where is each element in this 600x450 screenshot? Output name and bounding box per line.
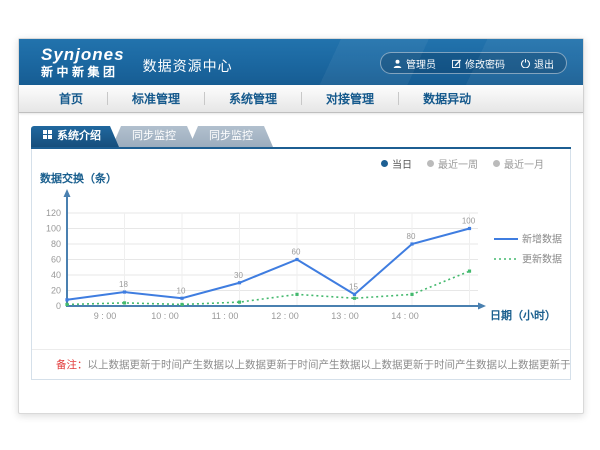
- y-tick-label: 120: [46, 208, 61, 218]
- logout-label: 退出: [534, 56, 554, 71]
- user-menu: 管理员 修改密码 退出: [380, 52, 567, 74]
- data-label: 15: [349, 282, 358, 291]
- user-icon: [393, 59, 402, 68]
- y-tick-label: 60: [51, 255, 61, 265]
- radio-dot-icon: [427, 160, 434, 167]
- data-label: 30: [234, 271, 243, 280]
- edit-icon: [452, 59, 461, 68]
- x-tick-label: 13 : 00: [331, 311, 359, 321]
- x-tick-label: 9 : 00: [94, 311, 117, 321]
- radio-dot-icon: [493, 160, 500, 167]
- nav-item-1[interactable]: 标准管理: [108, 90, 204, 107]
- data-label: 18: [119, 280, 128, 289]
- x-tick-label: 14 : 00: [391, 311, 419, 321]
- nav-item-4[interactable]: 数据异动: [399, 90, 495, 107]
- data-point: [353, 293, 356, 296]
- y-tick-label: 80: [51, 239, 61, 249]
- range-option-label: 最近一月: [504, 156, 544, 171]
- y-tick-label: 20: [51, 286, 61, 296]
- main-nav: 首页标准管理系统管理对接管理数据异动: [19, 85, 583, 113]
- data-point: [410, 293, 413, 296]
- data-label: 80: [407, 232, 416, 241]
- legend-label-0[interactable]: 新增数据: [522, 233, 562, 246]
- data-point: [65, 298, 68, 301]
- y-tick-label: 40: [51, 270, 61, 280]
- page-title: 数据资源中心: [143, 56, 233, 76]
- change-password-button[interactable]: 修改密码: [452, 56, 505, 71]
- app-window: Synjones 新中新集团 数据资源中心 管理员 修改密码: [18, 38, 584, 414]
- note: 备注：以上数据更新于时间产生数据以上数据更新于时间产生数据以上数据更新于时间产生…: [32, 349, 570, 378]
- data-point: [468, 227, 471, 230]
- note-text: 以上数据更新于时间产生数据以上数据更新于时间产生数据以上数据更新于时间产生数据以…: [88, 359, 571, 371]
- data-point: [180, 303, 183, 306]
- tab-label: 同步监控: [209, 126, 253, 147]
- x-tick-label: 11 : 00: [212, 311, 239, 321]
- power-icon: [521, 59, 530, 68]
- tab-0[interactable]: 系统介绍: [31, 126, 119, 147]
- x-axis-title: 日期（小时）: [490, 308, 556, 322]
- range-option-2[interactable]: 最近一月: [493, 156, 544, 171]
- radio-dot-icon: [381, 160, 388, 167]
- nav-item-3[interactable]: 对接管理: [302, 90, 398, 107]
- data-exchange-chart: 0 20 40 60 80 100 120 9 : 00 10 : 00 11 : 00 12 : …: [32, 149, 572, 329]
- range-option-1[interactable]: 最近一周: [427, 156, 478, 171]
- brand-logo: Synjones 新中新集团: [41, 46, 125, 78]
- chart-panel: 当日 最近一周 最近一月 0 20 40 60 80 100 120 9 : 00 10 : 00 1…: [31, 149, 571, 380]
- brand-logo-en: Synjones: [41, 46, 125, 63]
- data-label: 100: [462, 217, 476, 226]
- content-area: 系统介绍 同步监控 同步监控 当日 最近一周 最近一月 0 20 40 60 80 100 120 9…: [19, 113, 583, 380]
- data-point: [238, 301, 241, 304]
- data-point: [353, 297, 356, 300]
- x-tick-label: 10 : 00: [151, 311, 179, 321]
- nav-item-2[interactable]: 系统管理: [205, 90, 301, 107]
- nav-item-0[interactable]: 首页: [35, 90, 107, 107]
- tab-bar: 系统介绍 同步监控 同步监控: [31, 126, 571, 147]
- user-name-label: 管理员: [406, 56, 436, 71]
- tab-1[interactable]: 同步监控: [112, 126, 196, 147]
- range-option-label: 最近一周: [438, 156, 478, 171]
- app-header: Synjones 新中新集团 数据资源中心 管理员 修改密码: [19, 39, 583, 85]
- change-password-label: 修改密码: [465, 56, 505, 71]
- data-point: [410, 242, 413, 245]
- legend-label-1[interactable]: 更新数据: [522, 253, 562, 266]
- data-point: [468, 270, 471, 273]
- tab-2[interactable]: 同步监控: [189, 126, 273, 147]
- data-point: [123, 290, 126, 293]
- data-point: [295, 293, 298, 296]
- data-point: [123, 301, 126, 304]
- y-tick-label: 100: [46, 224, 61, 234]
- data-point: [295, 258, 298, 261]
- grid-icon: [43, 126, 52, 147]
- brand-logo-cn: 新中新集团: [41, 66, 125, 78]
- data-point: [238, 281, 241, 284]
- data-label: 60: [292, 248, 301, 257]
- data-point: [180, 297, 183, 300]
- y-axis-title: 数据交换（条）: [40, 171, 117, 185]
- y-tick-label: 0: [56, 301, 61, 311]
- x-axis-arrow-icon: [478, 303, 486, 310]
- tab-label: 同步监控: [132, 126, 176, 147]
- range-option-0[interactable]: 当日: [381, 156, 412, 171]
- data-point: [65, 303, 68, 306]
- range-option-label: 当日: [392, 156, 412, 171]
- tab-label: 系统介绍: [57, 126, 101, 147]
- x-tick-label: 12 : 00: [271, 311, 299, 321]
- note-label: 备注：: [56, 359, 88, 371]
- y-axis-arrow-icon: [64, 189, 71, 197]
- logout-button[interactable]: 退出: [521, 56, 554, 71]
- data-label: 10: [177, 286, 186, 295]
- range-selector: 当日 最近一周 最近一月: [381, 156, 544, 171]
- user-name-button[interactable]: 管理员: [393, 56, 436, 71]
